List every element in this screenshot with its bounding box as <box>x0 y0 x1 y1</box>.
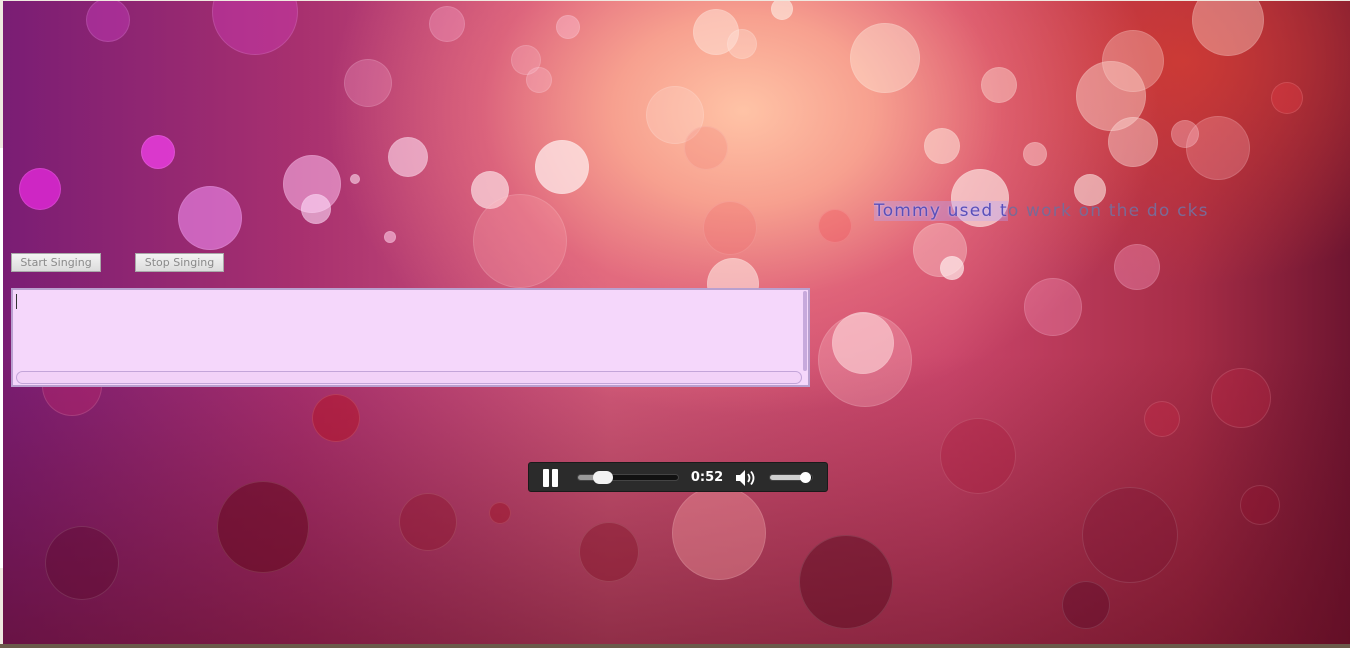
speaker-volume-icon[interactable] <box>735 469 759 487</box>
bokeh-bubble <box>1023 142 1047 166</box>
lyrics-textarea[interactable] <box>11 288 810 387</box>
vertical-scrollbar[interactable] <box>803 291 807 371</box>
bokeh-bubble <box>1082 487 1178 583</box>
pause-icon[interactable] <box>542 469 560 487</box>
bokeh-bubble <box>832 312 894 374</box>
page: Start Singing Stop Singing Tommy used to… <box>0 0 1350 648</box>
bokeh-bubble <box>672 486 766 580</box>
bokeh-bubble <box>727 29 757 59</box>
bokeh-bubble <box>217 481 309 573</box>
stop-singing-button[interactable]: Stop Singing <box>135 253 224 272</box>
bokeh-bubble <box>399 493 457 551</box>
seek-bar[interactable] <box>577 471 679 484</box>
bokeh-bubble <box>178 186 242 250</box>
bokeh-bubble <box>388 137 428 177</box>
volume-slider-thumb[interactable] <box>799 472 811 483</box>
bokeh-bubble <box>771 1 793 20</box>
bokeh-bubble <box>526 67 552 93</box>
bokeh-bubble <box>818 313 912 407</box>
bokeh-bubble <box>1271 82 1303 114</box>
horizontal-scrollbar[interactable] <box>16 371 802 384</box>
left-edge-strip <box>0 148 3 568</box>
bokeh-bubble <box>19 168 61 210</box>
bokeh-bubble <box>1171 120 1199 148</box>
bokeh-bubble <box>1211 368 1271 428</box>
bokeh-bubble <box>940 256 964 280</box>
bokeh-bubble <box>981 67 1017 103</box>
bokeh-bubble <box>535 140 589 194</box>
bokeh-bubble <box>1240 485 1280 525</box>
bokeh-bubble <box>818 209 852 243</box>
seek-bar-thumb[interactable] <box>593 471 613 484</box>
bokeh-bubble <box>1144 401 1180 437</box>
bokeh-bubble <box>1108 117 1158 167</box>
bokeh-bubble <box>212 1 298 55</box>
bokeh-bubble <box>924 128 960 164</box>
text-caret <box>16 294 17 309</box>
bokeh-bubble <box>344 59 392 107</box>
audio-player: 0:52 <box>528 462 828 492</box>
bokeh-bubble <box>646 86 704 144</box>
bokeh-bubble <box>429 6 465 42</box>
bokeh-bubble <box>1114 244 1160 290</box>
current-time: 0:52 <box>690 470 724 485</box>
bokeh-bubble <box>473 194 567 288</box>
bokeh-bubble <box>141 135 175 169</box>
bokeh-bubble <box>693 9 739 55</box>
bokeh-bubble <box>1062 581 1110 629</box>
bokeh-bubble <box>471 171 509 209</box>
bokeh-bubble <box>1186 116 1250 180</box>
bokeh-bubble <box>703 201 757 255</box>
volume-slider[interactable] <box>769 472 813 483</box>
bokeh-bubble <box>45 526 119 600</box>
bokeh-bubble <box>1024 278 1082 336</box>
bokeh-bubble <box>384 231 396 243</box>
lyric-line: Tommy used to work on the do cks <box>874 201 1209 221</box>
bokeh-bubble <box>940 418 1016 494</box>
bokeh-bubble <box>86 1 130 42</box>
bokeh-bubble <box>350 174 360 184</box>
bokeh-bubble <box>556 15 580 39</box>
bokeh-bubble <box>1192 1 1264 56</box>
bokeh-bubble <box>913 223 967 277</box>
bokeh-bubble <box>684 126 728 170</box>
bokeh-bubble <box>312 394 360 442</box>
bokeh-bubble <box>579 522 639 582</box>
bokeh-bubble <box>850 23 920 93</box>
bokeh-bubble <box>489 502 511 524</box>
bokeh-bubble <box>1102 30 1164 92</box>
lyric-unsung-text: o work on the do cks <box>1007 201 1209 221</box>
lyric-sung-text: Tommy used t <box>874 201 1008 221</box>
bokeh-bubble <box>283 155 341 213</box>
bokeh-bubble <box>511 45 541 75</box>
bokeh-bubble <box>799 535 893 629</box>
bokeh-bubble <box>301 194 331 224</box>
bokeh-bubble <box>1076 61 1146 131</box>
start-singing-button[interactable]: Start Singing <box>11 253 101 272</box>
taskbar-edge <box>0 644 1350 648</box>
